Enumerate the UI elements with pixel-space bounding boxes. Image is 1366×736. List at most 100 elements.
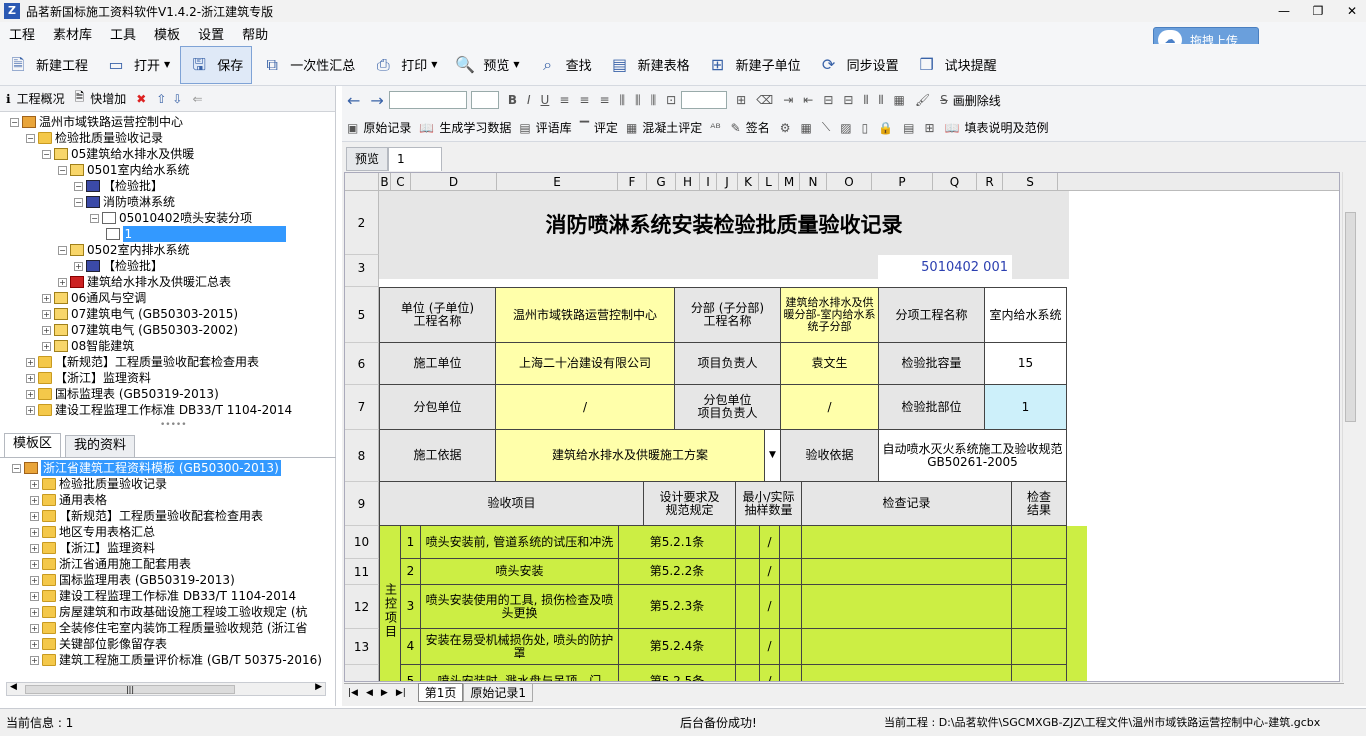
close-button[interactable]: ✕ [1338,0,1366,22]
project-tree-node[interactable]: +08智能建筑 [42,338,134,354]
column-header[interactable]: C [391,173,411,191]
spreadsheet[interactable]: BCDEFGHIJKLMNOPQRS 2 3 5 6 7 8 9 10 11 12 13 消防喷淋系… [344,172,1340,682]
print-button[interactable]: ⎙ 打印 ▼ [365,46,445,84]
menu-project[interactable]: 工程 [0,24,44,43]
item-record[interactable] [802,665,1012,681]
template-tree-node[interactable]: + 国标监理用表 (GB50319-2013) [30,572,235,588]
expand-toggle-icon[interactable]: + [30,639,39,649]
first-sheet-icon[interactable]: |◀ [348,688,358,698]
back-icon[interactable]: ⇐ [192,92,202,106]
project-tree-node[interactable]: + 【新规范】工程质量验收配套检查用表 [26,354,259,370]
item-record[interactable] [802,585,1012,629]
project-tree-node[interactable]: − 检验批质量验收记录 [26,130,163,146]
diagonal-icon[interactable]: ⟍ [822,120,830,135]
align-center-icon[interactable]: ≡ [579,93,589,107]
strikethrough-icon[interactable]: S [940,93,948,107]
sign-button[interactable]: 签名 [746,119,770,136]
item-sample[interactable]: / [760,665,780,681]
expand-toggle-icon[interactable]: − [26,133,35,143]
sheet-tab-record1[interactable]: 原始记录1 [463,683,534,702]
subitem-value[interactable]: 室内给水系统 [985,287,1067,343]
template-tree-node[interactable]: + 全装修住宅室内装饰工程质量验收规范 (浙江省 [30,620,308,636]
evaluate-button[interactable]: 评定 [594,119,618,136]
column-header[interactable]: B [379,173,391,191]
template-tree-node[interactable]: + 房屋建筑和市政基础设施工程竣工验收规定 (杭 [30,604,308,620]
expand-toggle-icon[interactable]: + [30,559,39,569]
new-subunit-button[interactable]: ⊞ 新建子单位 [700,46,809,84]
template-tree-node[interactable]: + 【新规范】工程质量验收配套检查用表 [30,508,263,524]
distribute-icon[interactable]: ⫼ [620,93,626,108]
tab-my-data[interactable]: 我的资料 [65,435,136,457]
item-sample-min[interactable] [736,526,760,559]
project-tree-node[interactable]: + 【检验批】 [74,258,163,274]
basis-dropdown-icon[interactable]: ▼ [765,430,781,482]
insert-row-icon[interactable]: ⊟ [823,93,833,107]
column-header[interactable]: R [977,173,1003,191]
expand-toggle-icon[interactable]: + [30,575,39,585]
vertical-scrollbar[interactable] [1342,172,1358,682]
paint-icon[interactable]: 🖌 [915,93,930,107]
dropdown-arrow-icon[interactable]: ▼ [164,60,170,69]
italic-icon[interactable]: I [527,93,531,107]
lock-icon[interactable]: 🔒 [878,121,893,135]
bold-icon[interactable]: B [508,93,517,107]
item-sample-min[interactable] [736,585,760,629]
expand-toggle-icon[interactable]: + [30,623,39,633]
splitter-grip[interactable]: ••••• [160,420,187,430]
expand-toggle-icon[interactable]: + [58,277,67,287]
scrollbar-thumb[interactable]: ||| [25,685,235,694]
border-icon[interactable]: ⊞ [736,93,746,107]
indent-icon[interactable]: ⇥ [783,93,793,107]
expand-toggle-icon[interactable]: + [26,405,35,415]
expand-toggle-icon[interactable]: + [42,325,51,335]
item-sample-actual[interactable] [780,585,802,629]
fill-instructions-button[interactable]: 填表说明及范例 [965,119,1049,136]
concrete-evaluate-button[interactable]: 混凝土评定 [642,119,702,136]
project-tree-node[interactable]: + 国标监理表 (GB50319-2013) [26,386,219,402]
dropdown-arrow-icon[interactable]: ▼ [513,60,519,69]
font-size-select[interactable] [470,91,499,109]
search-button[interactable]: ⌕ 查找 [530,46,600,84]
redo-icon[interactable]: → [370,91,383,110]
table-icon[interactable]: ▦ [894,93,905,107]
menu-template[interactable]: 模板 [145,24,189,43]
item-result[interactable] [1012,526,1067,559]
summary-button[interactable]: ⧉ 一次性汇总 [254,46,363,84]
column-header[interactable]: S [1003,173,1058,191]
scroll-right-icon[interactable]: ▶ [315,682,322,692]
sync-button[interactable]: ⟳ 同步设置 [811,46,907,84]
expand-toggle-icon[interactable]: + [26,357,35,367]
project-tree-node[interactable]: − 0502室内排水系统 [58,242,190,258]
overview-button[interactable]: 工程概况 [17,90,65,107]
expand-toggle-icon[interactable]: + [42,293,51,303]
form-icon[interactable]: ▤ [903,121,914,135]
quick-add-button[interactable]: 快增加 [90,90,126,107]
strikethrough-label[interactable]: 画删除线 [953,92,1001,109]
column-header[interactable]: O [827,173,872,191]
underline-icon[interactable]: U [541,93,550,107]
tab-template-area[interactable]: 模板区 [4,433,62,457]
font-name-select[interactable] [388,91,467,109]
row-header[interactable]: 9 [345,482,379,526]
sheet-tab-page1[interactable]: 第1页 [417,683,464,702]
menu-settings[interactable]: 设置 [189,24,233,43]
column-header[interactable]: J [717,173,738,191]
item-sample-min[interactable] [736,629,760,665]
capacity-value[interactable]: 15 [985,343,1067,385]
expand-toggle-icon[interactable]: − [90,213,99,223]
expand-toggle-icon[interactable]: − [58,245,67,255]
item-sample[interactable]: / [760,629,780,665]
division-value[interactable]: 建筑给水排水及供暖分部-室内给水系统子分部 [781,287,879,343]
column-header[interactable]: I [700,173,717,191]
column-header[interactable]: N [800,173,827,191]
row-header[interactable]: 8 [345,430,379,482]
project-tree-node[interactable]: + 【浙江】监理资料 [26,370,151,386]
item-sample-min[interactable] [736,665,760,681]
subcontractor-value[interactable]: / [496,385,675,430]
item-result[interactable] [1012,559,1067,585]
corner-cell[interactable] [345,173,379,191]
horizontal-scrollbar[interactable]: ◀ ||| ▶ [6,682,326,696]
constructor-value[interactable]: 上海二十冶建设有限公司 [496,343,675,385]
project-tree-node[interactable]: − 05010402喷头安装分项 [90,210,252,226]
template-tree-node[interactable]: + 浙江省通用施工配套用表 [30,556,191,572]
